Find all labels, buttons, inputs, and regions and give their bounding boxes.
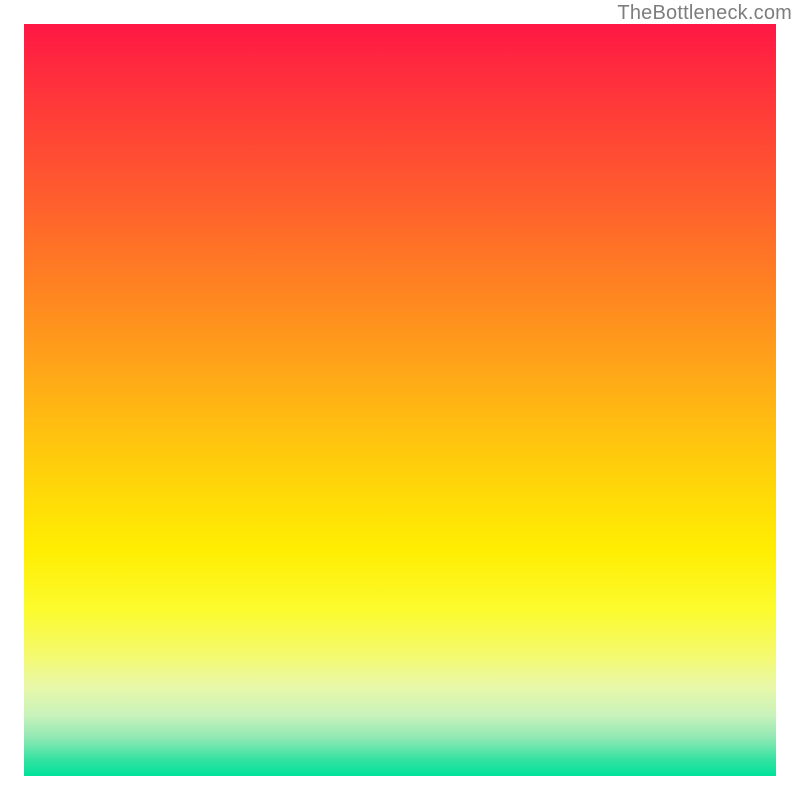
- plot-area: [24, 24, 776, 776]
- chart-canvas: TheBottleneck.com: [0, 0, 800, 800]
- watermark-text: TheBottleneck.com: [617, 2, 792, 25]
- background-gradient: [24, 24, 776, 776]
